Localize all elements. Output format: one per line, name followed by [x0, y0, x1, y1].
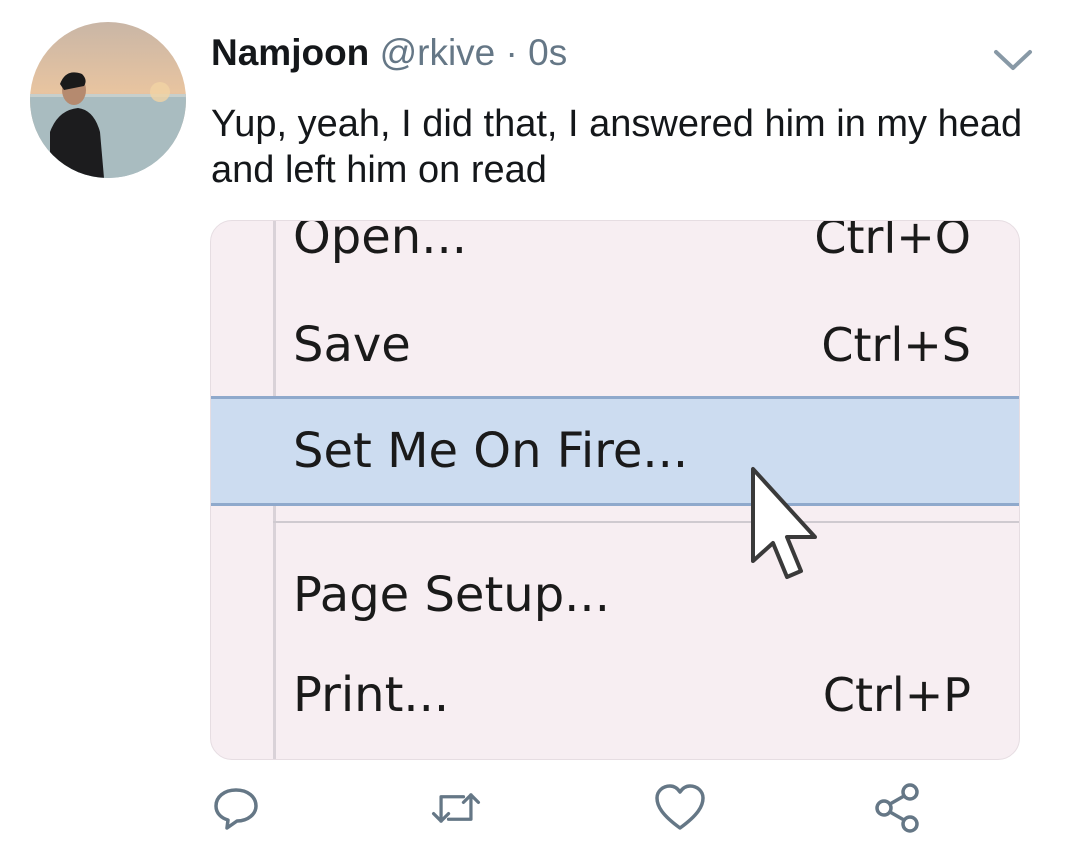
tweet-media-image[interactable]: Open... Ctrl+O Save Ctrl+S Set Me On Fir… [210, 220, 1020, 760]
retweet-icon [431, 793, 481, 823]
menu-item-label: Save [293, 317, 411, 373]
user-handle[interactable]: @rkive [380, 32, 496, 73]
tweet-actions [0, 780, 1080, 840]
retweet-button[interactable] [428, 780, 484, 836]
chevron-down-icon [994, 50, 1032, 70]
timestamp[interactable]: 0s [528, 32, 567, 73]
menu-item-page-setup: Page Setup... [211, 551, 1019, 651]
heart-icon [655, 784, 705, 830]
avatar[interactable] [30, 22, 186, 178]
header-separator: · [505, 32, 518, 73]
menu-divider [273, 521, 1019, 523]
menu-item-print: Print... Ctrl+P [211, 653, 1019, 753]
avatar-photo [30, 22, 186, 178]
tweet-header: Namjoon @rkive · 0s [211, 30, 567, 76]
menu-item-label: Open... [293, 220, 467, 265]
menu-item-shortcut: Ctrl+S [821, 318, 971, 372]
menu-item-set-me-on-fire: Set Me On Fire... [211, 396, 1019, 506]
menu-item-shortcut: Ctrl+P [822, 668, 971, 722]
menu-item-label: Page Setup... [293, 567, 610, 623]
display-name[interactable]: Namjoon [211, 32, 369, 73]
tweet-menu-button[interactable] [990, 42, 1036, 78]
share-icon [875, 783, 919, 833]
menu-item-open: Open... Ctrl+O [211, 220, 1019, 287]
reply-button[interactable] [208, 780, 264, 836]
menu-item-label: Print... [293, 667, 450, 723]
menu-item-save: Save Ctrl+S [211, 299, 1019, 399]
mouse-cursor-icon [751, 467, 817, 579]
menu-item-label: Set Me On Fire... [293, 423, 689, 479]
reply-icon [214, 788, 258, 830]
share-button[interactable] [870, 780, 926, 836]
menu-item-shortcut: Ctrl+O [814, 220, 971, 264]
tweet-text: Yup, yeah, I did that, I answered him in… [211, 103, 1023, 191]
like-button[interactable] [652, 780, 708, 836]
